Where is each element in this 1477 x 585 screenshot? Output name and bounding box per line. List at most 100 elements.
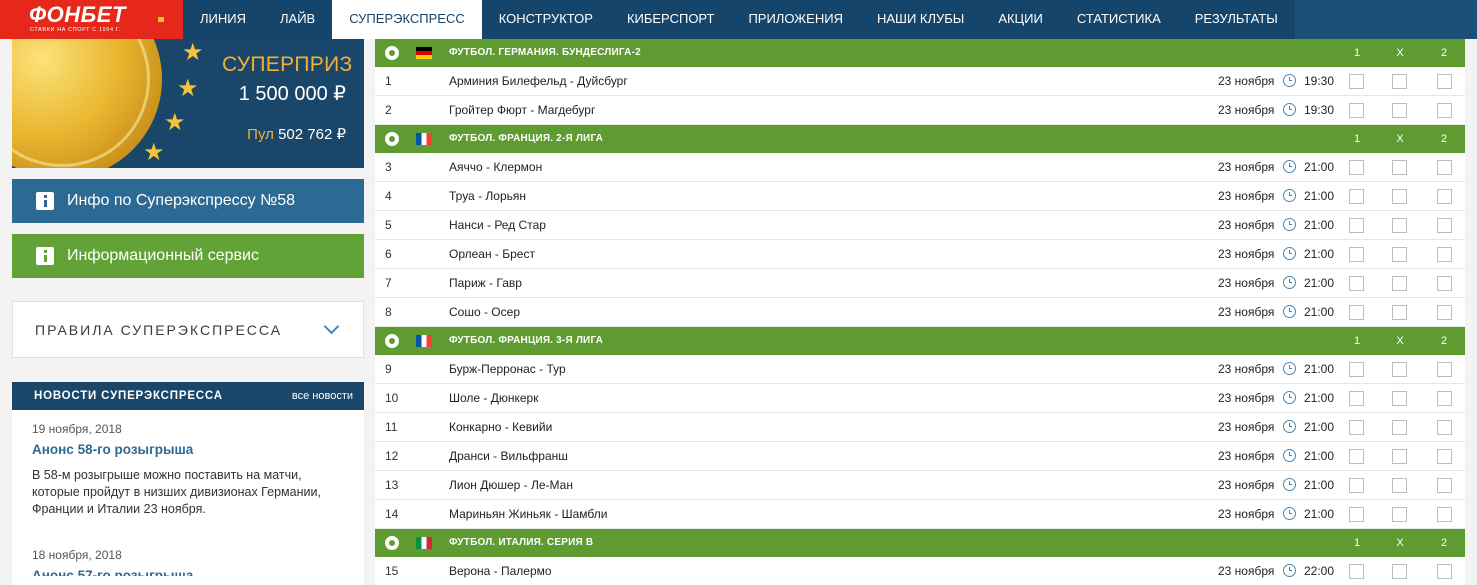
outcome-1-checkbox[interactable] [1349,218,1364,233]
outcome-header-1: 1 [1353,133,1361,145]
nav-item-6[interactable]: НАШИ КЛУБЫ [860,0,981,39]
nav-item-5[interactable]: ПРИЛОЖЕНИЯ [731,0,860,39]
match-date: 23 ноября [1218,103,1275,117]
clock-icon [1283,391,1296,404]
nav-item-8[interactable]: СТАТИСТИКА [1060,0,1178,39]
outcome-1-checkbox[interactable] [1349,564,1364,579]
outcome-1-checkbox[interactable] [1349,420,1364,435]
match-row: 5 Нанси - Ред Стар 23 ноября 21:00 [375,211,1465,240]
pool-label: Пул [247,126,274,143]
outcome-x-checkbox[interactable] [1392,564,1407,579]
match-time: 21:00 [1304,362,1335,376]
match-date: 23 ноября [1218,507,1275,521]
outcome-x-checkbox[interactable] [1392,507,1407,522]
outcome-1-checkbox[interactable] [1349,189,1364,204]
outcome-1-checkbox[interactable] [1349,478,1364,493]
outcome-2-checkbox[interactable] [1437,247,1452,262]
nav-item-9[interactable]: РЕЗУЛЬТАТЫ [1178,0,1295,39]
match-teams: Аяччо - Клермон [449,160,543,174]
superexpress-info-button[interactable]: Инфо по Суперэкспрессу №58 [12,179,364,223]
outcome-1-checkbox[interactable] [1349,305,1364,320]
outcome-x-checkbox[interactable] [1392,420,1407,435]
news-title-link[interactable]: Анонс 58-го розыгрыша [32,442,344,457]
outcome-2-checkbox[interactable] [1437,478,1452,493]
outcome-2-checkbox[interactable] [1437,74,1452,89]
outcome-1-checkbox[interactable] [1349,103,1364,118]
outcome-x-checkbox[interactable] [1392,103,1407,118]
outcome-2-checkbox[interactable] [1437,449,1452,464]
outcome-header-x: X [1396,47,1404,59]
outcome-1-checkbox[interactable] [1349,160,1364,175]
outcome-2-checkbox[interactable] [1437,103,1452,118]
outcome-2-checkbox[interactable] [1437,564,1452,579]
info-service-button[interactable]: Информационный сервис [12,234,364,278]
league-header: ФУТБОЛ. ФРАНЦИЯ. 2-Я ЛИГА 1 X 2 [375,125,1465,153]
outcome-header-2: 2 [1440,47,1448,59]
superprize-banner[interactable]: ★ ★ ★ ★ СУПЕРПРИЗ 1 500 000 ₽ Пул 502 76… [12,39,364,168]
outcome-2-checkbox[interactable] [1437,189,1452,204]
match-time: 19:30 [1304,74,1335,88]
match-time: 21:00 [1304,305,1335,319]
clock-icon [1283,160,1296,173]
outcome-x-checkbox[interactable] [1392,247,1407,262]
rules-accordion[interactable]: ПРАВИЛА СУПЕРЭКСПРЕССА [12,301,364,358]
outcome-2-checkbox[interactable] [1437,362,1452,377]
news-title-link[interactable]: Анонс 57-го розыгрыша [12,568,364,576]
outcome-x-checkbox[interactable] [1392,362,1407,377]
nav-item-1[interactable]: ЛАЙВ [263,0,332,39]
outcome-1-checkbox[interactable] [1349,449,1364,464]
nav-item-0[interactable]: ЛИНИЯ [183,0,263,39]
outcome-x-checkbox[interactable] [1392,478,1407,493]
outcome-x-checkbox[interactable] [1392,449,1407,464]
outcome-1-checkbox[interactable] [1349,507,1364,522]
outcome-1-checkbox[interactable] [1349,276,1364,291]
outcome-2-checkbox[interactable] [1437,420,1452,435]
outcome-x-checkbox[interactable] [1392,391,1407,406]
outcome-1-checkbox[interactable] [1349,362,1364,377]
outcome-x-checkbox[interactable] [1392,218,1407,233]
outcome-1-checkbox[interactable] [1349,391,1364,406]
clock-icon [1283,564,1296,577]
outcome-x-checkbox[interactable] [1392,305,1407,320]
match-time: 21:00 [1304,160,1335,174]
match-teams: Лион Дюшер - Ле-Ман [449,478,573,492]
outcome-2-checkbox[interactable] [1437,276,1452,291]
outcome-2-checkbox[interactable] [1437,160,1452,175]
outcome-header-1: 1 [1353,47,1361,59]
league-name: ФУТБОЛ. ГЕРМАНИЯ. БУНДЕСЛИГА-2 [449,47,641,58]
outcome-header-x: X [1396,537,1404,549]
nav-item-4[interactable]: КИБЕРСПОРТ [610,0,732,39]
outcome-2-checkbox[interactable] [1437,391,1452,406]
match-row: 4 Труа - Лорьян 23 ноября 21:00 [375,182,1465,211]
nav-item-7[interactable]: АКЦИИ [981,0,1060,39]
outcome-x-checkbox[interactable] [1392,74,1407,89]
news-panel: НОВОСТИ СУПЕРЭКСПРЕССА все новости 19 но… [12,382,364,585]
nav-item-2[interactable]: СУПЕРЭКСПРЕСС [332,0,482,39]
outcome-x-checkbox[interactable] [1392,276,1407,291]
outcome-2-checkbox[interactable] [1437,218,1452,233]
outcome-2-checkbox[interactable] [1437,507,1452,522]
league-name: ФУТБОЛ. ФРАНЦИЯ. 2-Я ЛИГА [449,133,604,144]
outcome-x-checkbox[interactable] [1392,160,1407,175]
outcome-1-checkbox[interactable] [1349,247,1364,262]
match-row: 13 Лион Дюшер - Ле-Ман 23 ноября 21:00 [375,471,1465,500]
superprize-amount: 1 500 000 ₽ [238,83,346,105]
nav-item-3[interactable]: КОНСТРУКТОР [482,0,610,39]
all-news-link[interactable]: все новости [292,390,353,402]
outcome-header-2: 2 [1440,133,1448,145]
match-number: 3 [385,160,392,174]
outcome-2-checkbox[interactable] [1437,305,1452,320]
clock-icon [1283,218,1296,231]
outcome-1-checkbox[interactable] [1349,74,1364,89]
match-teams: Арминия Билефельд - Дуйсбург [449,74,628,88]
match-row: 8 Сошо - Осер 23 ноября 21:00 [375,298,1465,327]
fonbet-logo[interactable]: ФОНБЕТ СТАВКИ НА СПОРТ С 1994 Г. [0,0,183,39]
outcome-x-checkbox[interactable] [1392,189,1407,204]
match-number: 1 [385,74,392,88]
match-row: 10 Шоле - Дюнкерк 23 ноября 21:00 [375,384,1465,413]
clock-icon [1283,189,1296,202]
match-time: 21:00 [1304,276,1335,290]
news-item: 19 ноября, 2018 Анонс 58-го розыгрыша В … [12,422,364,518]
superprize-title: СУПЕРПРИЗ [222,53,353,76]
match-date: 23 ноября [1218,74,1275,88]
